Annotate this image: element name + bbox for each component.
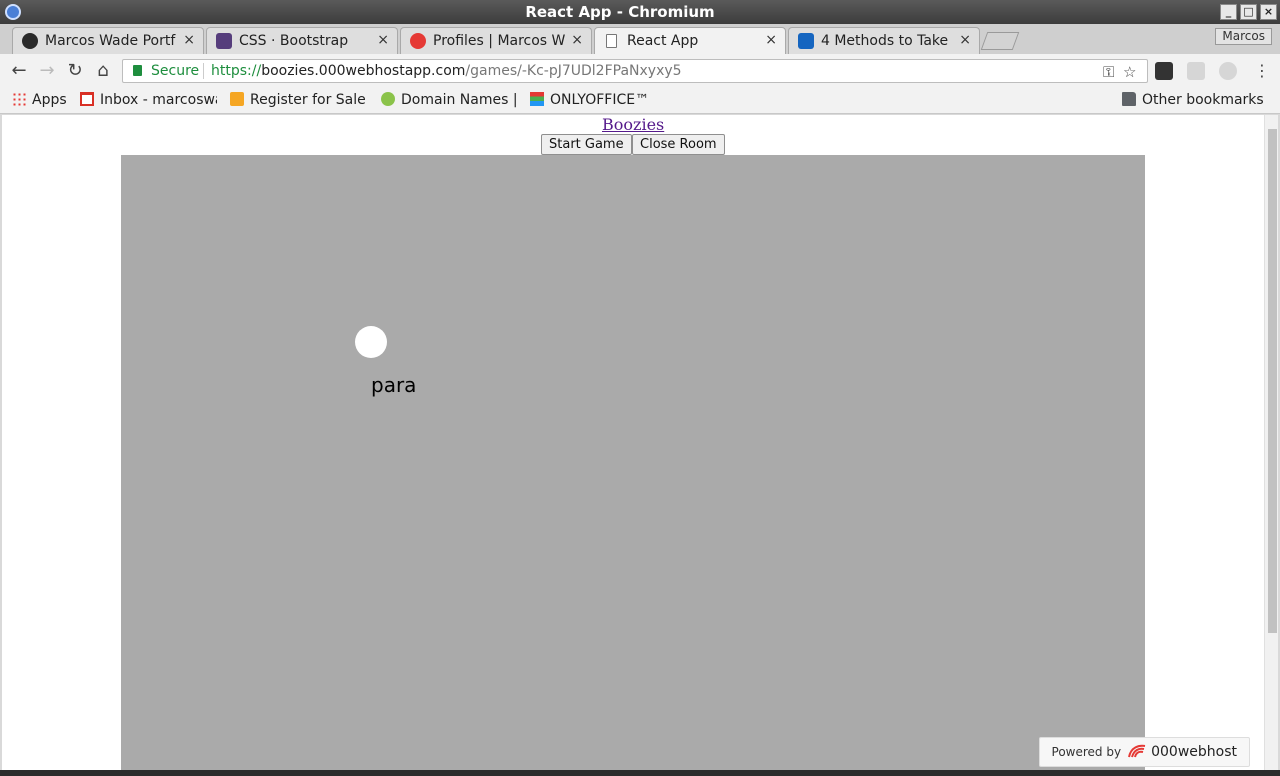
close-tab-icon[interactable]: × [571,32,583,48]
browser-window: React App - Chromium _ □ × Marcos Wade P… [0,0,1280,776]
page-icon [606,34,617,48]
url-host: boozies.000webhostapp.com [261,63,466,79]
bookmark-other[interactable]: Other bookmarks [1122,92,1264,110]
address-bar[interactable]: Secure https://boozies.000webhostapp.com… [122,59,1148,83]
profiles-icon [410,33,426,49]
url-scheme: https:// [211,63,262,79]
close-tab-icon[interactable]: × [765,32,777,48]
bookmark-label: ONLYOFFICE™ [550,92,650,108]
close-tab-icon[interactable]: × [377,32,389,48]
start-game-button[interactable]: Start Game [541,134,632,155]
window-title: React App - Chromium [525,3,715,21]
bookmark-label: Other bookmarks [1142,92,1264,108]
000webhost-logo-icon [1127,741,1147,758]
player-token[interactable] [355,326,387,358]
title-bar: React App - Chromium _ □ × [0,0,1280,24]
react-icon [22,33,38,49]
tab-strip: Marcos Wade Portf × CSS · Bootstrap × Pr… [0,24,1280,54]
secure-label: Secure [151,63,200,79]
new-tab-button[interactable] [980,32,1020,50]
close-room-button[interactable]: Close Room [632,134,725,155]
menu-icon[interactable]: ⋮ [1252,61,1272,81]
folder-icon [1122,92,1136,106]
bookmarks-bar: Apps Inbox - marcoswa Register for Sales… [0,88,1280,114]
brand-link[interactable]: Boozies [602,115,664,134]
page-scrollbar[interactable] [1264,115,1278,770]
gmail-icon [80,92,94,106]
close-tab-icon[interactable]: × [183,32,195,48]
powered-by-label: Powered by [1051,745,1122,759]
tab-title: React App [627,33,699,49]
bookmark-label: Register for Sales [250,92,366,108]
player-name: para [371,373,417,397]
profile-button[interactable]: Marcos [1215,28,1272,45]
toolbar: ← → ↻ ⌂ Secure https://boozies.000webhos… [0,54,1280,88]
tab-marcos-wade-portfolio[interactable]: Marcos Wade Portf × [12,27,204,54]
divider [203,63,204,79]
tab-title: Marcos Wade Portf [45,33,176,49]
tab-title: CSS · Bootstrap [239,33,349,49]
bookmark-icon [381,92,395,106]
tab-4-methods[interactable]: 4 Methods to Take S × [788,27,980,54]
wikihow-icon [798,33,814,49]
tab-title: 4 Methods to Take S [821,33,953,49]
extension-icon[interactable] [1155,62,1173,80]
close-window-button[interactable]: × [1260,4,1277,20]
onlyoffice-icon [530,92,544,106]
reload-icon[interactable]: ↻ [65,61,85,81]
lock-icon [133,65,142,76]
extension-icon[interactable] [1187,62,1205,80]
bootstrap-icon [216,33,232,49]
host-brand: 000webhost [1151,744,1237,760]
bookmark-register[interactable]: Register for Sales [230,92,366,110]
bookmark-inbox[interactable]: Inbox - marcoswa [80,92,217,110]
maximize-button[interactable]: □ [1240,4,1257,20]
url-text[interactable]: https://boozies.000webhostapp.com/games/… [211,63,682,79]
scrollbar-thumb[interactable] [1268,129,1277,633]
home-icon[interactable]: ⌂ [93,61,113,81]
key-icon[interactable]: ⚿ [1103,63,1114,81]
tab-profiles[interactable]: Profiles | Marcos W × [400,27,592,54]
bookmark-onlyoffice[interactable]: ONLYOFFICE™ [530,92,649,110]
back-icon[interactable]: ← [9,61,29,81]
tab-css-bootstrap[interactable]: CSS · Bootstrap × [206,27,398,54]
apps-grid-icon [12,92,26,106]
window-bottom-edge [0,770,1280,776]
bookmark-star-icon[interactable]: ☆ [1123,63,1136,81]
bookmark-icon [230,92,244,106]
forward-icon[interactable]: → [37,61,57,81]
page-viewport: Boozies Start Game Close Room para Power… [2,115,1278,770]
bookmark-domain-names[interactable]: Domain Names | [381,92,518,110]
bookmark-label: Inbox - marcoswa [100,92,217,108]
extension-icon[interactable] [1219,62,1237,80]
minimize-button[interactable]: _ [1220,4,1237,20]
url-path: /games/-Kc-pJ7UDl2FPaNxyxy5 [465,63,682,79]
tab-react-app[interactable]: React App × [594,27,786,54]
bookmark-label: Domain Names | [401,92,518,108]
tab-title: Profiles | Marcos W [433,33,565,49]
bookmark-apps[interactable]: Apps [12,92,67,110]
powered-by-badge[interactable]: Powered by 000webhost [1038,737,1250,767]
game-stage[interactable]: para [121,155,1145,770]
close-tab-icon[interactable]: × [959,32,971,48]
bookmark-label: Apps [32,92,67,108]
